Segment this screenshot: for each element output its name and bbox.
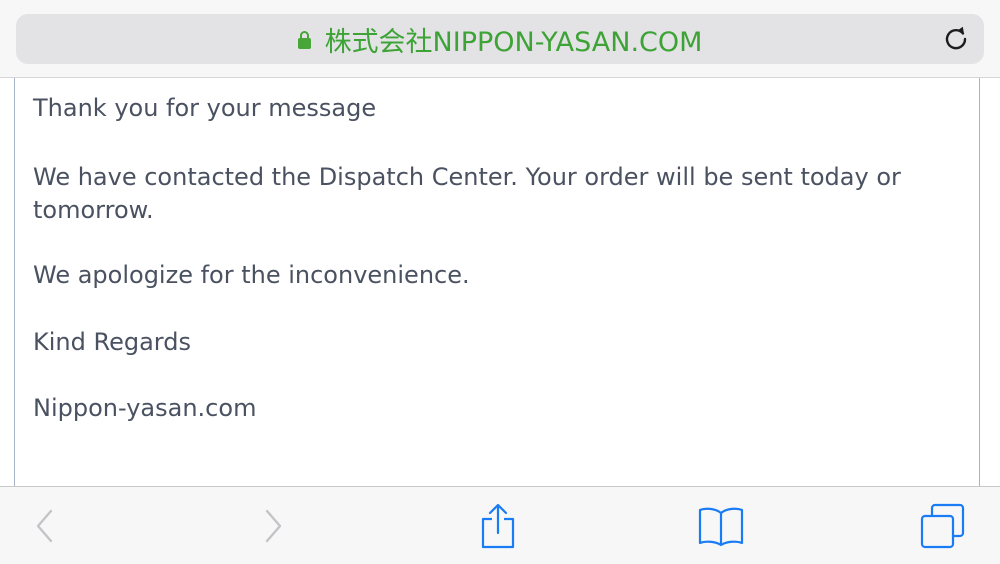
message-body: We have contacted the Dispatch Center. Y… [33,163,901,224]
share-button[interactable] [463,487,533,564]
tabs-icon [920,503,965,549]
browser-page: 株式会社NIPPON-YASAN.COM Thank you for your … [0,0,1000,564]
address-field[interactable]: 株式会社NIPPON-YASAN.COM [16,14,984,64]
tabs-button[interactable] [908,487,978,564]
reload-icon[interactable] [942,25,970,53]
message-greeting: Thank you for your message [33,94,377,122]
message-signature[interactable]: Nippon-yasan.com [33,392,965,425]
message-closing: Kind Regards [33,328,191,356]
message-apology: We apologize for the inconvenience. [33,261,470,289]
bookmarks-icon [698,507,744,547]
back-icon [36,509,53,543]
address-bar-container: 株式会社NIPPON-YASAN.COM [0,0,1000,78]
forward-icon [265,509,282,543]
back-button[interactable] [10,487,80,564]
address-center: 株式会社NIPPON-YASAN.COM [16,14,984,64]
message-content: Thank you for your message We have conta… [14,78,980,486]
forward-button[interactable] [238,487,308,564]
bookmarks-button[interactable] [686,487,756,564]
lock-icon [297,31,311,49]
url-text[interactable]: 株式会社NIPPON-YASAN.COM [325,20,703,59]
share-icon [481,503,515,549]
bottom-toolbar [0,486,1000,564]
